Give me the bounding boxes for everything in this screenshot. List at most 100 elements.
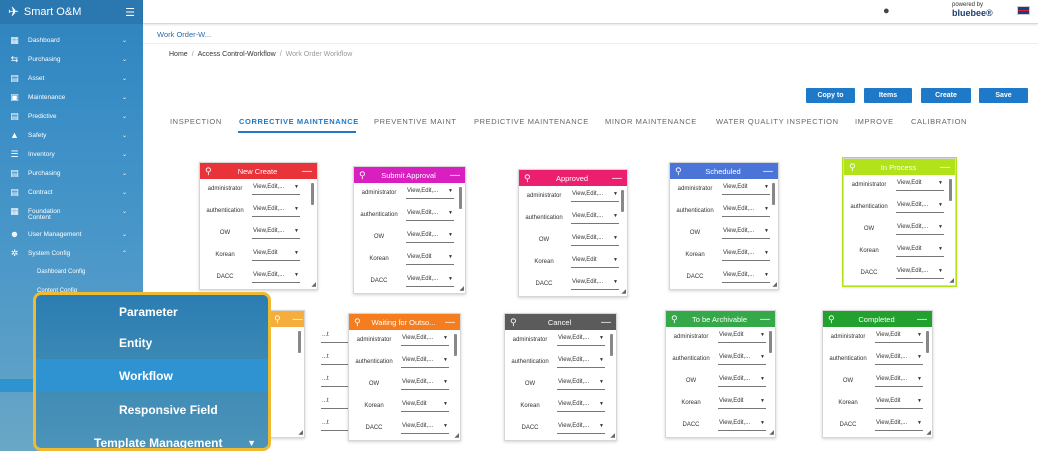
create-button[interactable]: Create [921, 88, 971, 103]
permission-select[interactable]: View,Edit ▼ [722, 183, 770, 195]
permission-select[interactable]: View,Edit,... ▼ [875, 375, 923, 387]
menu-item[interactable]: Responsive Field [36, 393, 268, 426]
search-icon[interactable]: ⚲ [205, 166, 213, 177]
card-scrollbar[interactable] [926, 331, 929, 353]
search-icon[interactable]: ⚲ [510, 317, 518, 328]
tab-item[interactable]: PREDICTIVE MAINTENANCE [474, 117, 589, 126]
permission-select[interactable]: View,Edit,... ▼ [557, 334, 605, 346]
menu-toggle-icon[interactable]: ☰ [125, 6, 135, 19]
save-button[interactable]: Save [979, 88, 1028, 103]
search-icon[interactable]: ⚲ [849, 162, 857, 173]
menu-item[interactable]: Entity [36, 326, 268, 359]
resize-handle-icon[interactable]: ◢ [311, 281, 316, 288]
permission-select[interactable]: View,Edit ▼ [875, 331, 923, 343]
permission-select[interactable]: View,Edit,... ▼ [571, 278, 619, 290]
permission-select[interactable]: View,Edit,... ▼ [557, 422, 605, 434]
permission-select[interactable]: View,Edit,... ▼ [557, 378, 605, 390]
permission-select[interactable]: View,Edit ▼ [406, 253, 454, 265]
permission-select[interactable]: View,Edit,... ▼ [252, 271, 300, 283]
collapse-icon[interactable]: — [917, 314, 927, 325]
permission-select[interactable]: View,Edit,... ▼ [896, 223, 944, 235]
collapse-icon[interactable]: — [601, 317, 611, 328]
permission-select[interactable]: View,Edit ▼ [875, 397, 923, 409]
collapse-icon[interactable]: — [293, 314, 303, 325]
resize-handle-icon[interactable]: ◢ [459, 285, 464, 292]
permission-select[interactable]: View,Edit,... ▼ [252, 183, 300, 195]
user-icon[interactable]: ● [883, 5, 890, 17]
resize-handle-icon[interactable]: ◢ [769, 429, 774, 436]
permission-select[interactable]: View,Edit,... ▼ [252, 227, 300, 239]
sidebar-item[interactable]: ▤ Purchasing ⌄ [0, 164, 143, 183]
sidebar-item[interactable]: ▦ Dashboard ⌄ [0, 31, 143, 50]
tab-item[interactable]: INSPECTION [170, 117, 222, 126]
permission-select[interactable]: View,Edit ▼ [718, 331, 766, 343]
items-button[interactable]: Items [864, 88, 912, 103]
permission-select[interactable]: View,Edit,... ▼ [401, 378, 449, 390]
collapse-icon[interactable]: — [445, 317, 455, 328]
collapse-icon[interactable]: — [450, 170, 460, 181]
sidebar-item[interactable]: ▤ Contract ⌄ [0, 183, 143, 202]
permission-select[interactable]: View,Edit,... ▼ [557, 400, 605, 412]
menu-item[interactable]: Template Management ▼ [36, 426, 268, 449]
sidebar-item[interactable]: ▲ Safety ⌄ [0, 126, 143, 145]
uk-flag-icon[interactable] [1017, 6, 1030, 15]
permission-select[interactable]: View,Edit,... ▼ [401, 356, 449, 368]
permission-select[interactable]: View,Edit,... ▼ [718, 419, 766, 431]
collapse-icon[interactable]: — [760, 314, 770, 325]
permission-select[interactable]: View,Edit,... ▼ [252, 205, 300, 217]
tab-item[interactable]: IMPROVE [855, 117, 894, 126]
tab-item[interactable]: MINOR MAINTENANCE [605, 117, 697, 126]
sidebar-item[interactable]: ✲ System Config ⌃ [0, 244, 143, 263]
sidebar-item[interactable]: ▣ Maintenance ⌄ [0, 88, 143, 107]
permission-select[interactable]: View,Edit ▼ [252, 249, 300, 261]
tab-item[interactable]: PREVENTIVE MAINT [374, 117, 457, 126]
menu-item[interactable]: Parameter [36, 295, 268, 328]
card-scrollbar[interactable] [769, 331, 772, 353]
resize-handle-icon[interactable]: ◢ [949, 277, 954, 284]
card-scrollbar[interactable] [311, 183, 314, 205]
tab-item[interactable]: CORRECTIVE MAINTENANCE [239, 117, 359, 126]
tab-item[interactable]: WATER QUALITY INSPECTION [716, 117, 839, 126]
sidebar-item[interactable]: ▤ Asset ⌄ [0, 69, 143, 88]
permission-select[interactable]: View,Edit,... ▼ [718, 353, 766, 365]
card-scrollbar[interactable] [772, 183, 775, 205]
permission-select[interactable]: View,Edit ▼ [896, 179, 944, 191]
search-icon[interactable]: ⚲ [675, 166, 683, 177]
breadcrumb-section[interactable]: Access Control-Workflow [198, 51, 276, 58]
collapse-icon[interactable]: — [763, 166, 773, 177]
permission-select[interactable]: View,Edit,... ▼ [875, 419, 923, 431]
breadcrumb-home[interactable]: Home [169, 51, 188, 58]
permission-select[interactable]: View,Edit,... ▼ [571, 234, 619, 246]
resize-handle-icon[interactable]: ◢ [454, 432, 459, 439]
card-scrollbar[interactable] [610, 334, 613, 356]
resize-handle-icon[interactable]: ◢ [621, 288, 626, 295]
permission-select[interactable]: View,Edit,... ▼ [406, 209, 454, 221]
permission-select[interactable]: View,Edit,... ▼ [875, 353, 923, 365]
search-icon[interactable]: ⚲ [828, 314, 836, 325]
card-scrollbar[interactable] [621, 190, 624, 212]
permission-select[interactable]: View,Edit,... ▼ [896, 201, 944, 213]
collapse-icon[interactable]: — [302, 166, 312, 177]
sidebar-item[interactable]: ⇆ Purchasing ⌄ [0, 50, 143, 69]
resize-handle-icon[interactable]: ◢ [298, 429, 303, 436]
permission-select[interactable]: View,Edit,... ▼ [401, 334, 449, 346]
permission-select[interactable]: View,Edit,... ▼ [722, 227, 770, 239]
sidebar-item[interactable]: ☻ User Management ⌄ [0, 225, 143, 244]
permission-select[interactable]: View,Edit,... ▼ [896, 267, 944, 279]
permission-select[interactable]: View,Edit,... ▼ [406, 187, 454, 199]
search-icon[interactable]: ⚲ [671, 314, 679, 325]
permission-select[interactable]: View,Edit,... ▼ [406, 231, 454, 243]
tab-item[interactable]: CALIBRATION [911, 117, 967, 126]
resize-handle-icon[interactable]: ◢ [772, 281, 777, 288]
collapse-icon[interactable]: — [612, 173, 622, 184]
card-scrollbar[interactable] [298, 331, 301, 353]
card-scrollbar[interactable] [459, 187, 462, 209]
permission-select[interactable]: View,Edit,... ▼ [718, 375, 766, 387]
search-icon[interactable]: ⚲ [274, 314, 281, 325]
permission-select[interactable]: View,Edit ▼ [896, 245, 944, 257]
copy-to-button[interactable]: Copy to [806, 88, 855, 103]
permission-select[interactable]: View,Edit,... ▼ [722, 271, 770, 283]
permission-select[interactable]: View,Edit ▼ [718, 397, 766, 409]
document-tab[interactable]: Work Order-W... [157, 30, 211, 39]
permission-select[interactable]: View,Edit,... ▼ [557, 356, 605, 368]
